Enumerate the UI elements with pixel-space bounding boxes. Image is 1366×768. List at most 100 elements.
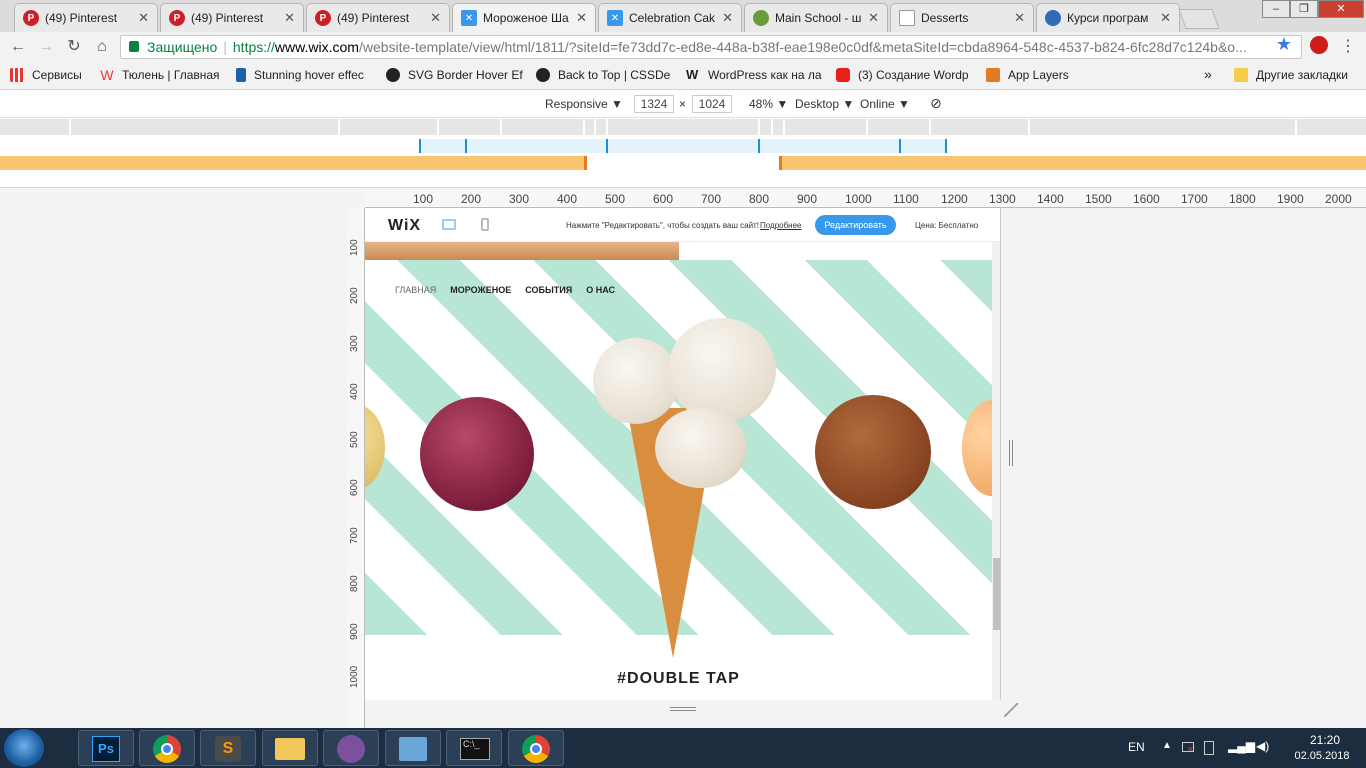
media-query-bar-max	[0, 119, 1366, 135]
ruler-label: 200	[461, 192, 482, 206]
tab-ice-cream[interactable]: ✕ Мороженое Ша ✕	[452, 3, 596, 32]
menu-icon[interactable]: ⋮	[1340, 36, 1356, 56]
vanilla-scoop-image	[365, 405, 385, 489]
nav-about[interactable]: О НАС	[586, 285, 615, 295]
ruler-horizontal: 100 200 300 400 500 600 700 800 900 1000…	[365, 190, 1366, 208]
close-icon[interactable]: ✕	[1160, 10, 1171, 26]
forward-icon[interactable]: →	[36, 37, 56, 57]
maximize-button[interactable]: ❐	[1290, 0, 1318, 18]
ruler-label: 300	[509, 192, 530, 206]
resize-handle-corner[interactable]	[1004, 703, 1018, 717]
bookmark-apps[interactable]: Сервисы	[10, 68, 82, 82]
volume-icon[interactable]: ◀)	[1256, 739, 1269, 753]
tab-celebration-cake[interactable]: ✕ Celebration Cak ✕	[598, 3, 742, 32]
divider	[758, 119, 760, 135]
bookmark-wordpress[interactable]: W WordPress как на ла	[686, 68, 822, 83]
resize-handle-right[interactable]	[1009, 440, 1013, 466]
minimize-button[interactable]: –	[1262, 0, 1290, 18]
cmd-icon[interactable]: C:\_	[446, 730, 502, 766]
network-icon[interactable]: ✕	[1182, 742, 1194, 754]
viber-icon[interactable]	[323, 730, 379, 766]
back-icon[interactable]: ←	[8, 37, 28, 57]
device-type-dropdown[interactable]: Desktop ▼	[795, 97, 854, 111]
min-segment-left[interactable]	[0, 156, 587, 170]
range-marker	[899, 139, 901, 153]
network-dropdown[interactable]: Online ▼	[860, 97, 910, 111]
resize-handle-bottom[interactable]	[670, 707, 696, 711]
range-segment[interactable]	[420, 139, 946, 153]
ruler-label: 1400	[1037, 192, 1064, 206]
bookmark-star-icon[interactable]: ★	[1276, 34, 1292, 55]
tab-main-school[interactable]: Main School - ш ✕	[744, 3, 888, 32]
bookmark-other[interactable]: Другие закладки	[1234, 68, 1348, 82]
pinterest-icon: P	[315, 10, 331, 26]
chrome-icon[interactable]	[508, 730, 564, 766]
close-icon[interactable]: ✕	[430, 10, 441, 26]
min-segment-right[interactable]	[779, 156, 1366, 170]
bookmark-svg-border[interactable]: SVG Border Hover Ef	[386, 68, 523, 82]
divider	[338, 119, 340, 135]
nav-ice-cream[interactable]: МОРОЖЕНОЕ	[450, 285, 511, 295]
range-marker	[584, 156, 587, 170]
close-icon[interactable]: ✕	[138, 10, 149, 26]
url-protocol: https://	[232, 39, 275, 55]
height-input[interactable]: 1024	[692, 95, 732, 113]
nav-home[interactable]: ГЛАВНАЯ	[395, 285, 436, 295]
new-tab-button[interactable]	[1178, 9, 1220, 29]
reload-icon[interactable]: ↻	[64, 37, 84, 57]
wix-logo[interactable]: WiX	[388, 217, 421, 235]
bookmark-app-layers[interactable]: App Layers	[986, 68, 1069, 82]
nav-events[interactable]: СОБЫТИЯ	[525, 285, 572, 295]
bookmark-stunning[interactable]: Stunning hover effec	[236, 68, 364, 82]
wix-icon: ✕	[461, 10, 477, 26]
show-hidden-icons[interactable]: ▲	[1162, 740, 1172, 751]
edit-button[interactable]: Редактировать	[815, 215, 896, 235]
mobile-view-icon[interactable]	[481, 218, 489, 231]
scrollbar-thumb[interactable]	[993, 558, 1000, 630]
bookmarks-overflow-button[interactable]: »	[1204, 66, 1212, 82]
ruler-label: 300	[349, 335, 360, 352]
control-panel-icon[interactable]	[385, 730, 441, 766]
windows-start-icon[interactable]	[4, 729, 44, 767]
address-bar[interactable]: Защищено | https://www.wix.com/website-tem…	[120, 35, 1302, 59]
chrome-icon[interactable]	[139, 730, 195, 766]
home-icon[interactable]: ⌂	[92, 37, 112, 57]
photoshop-icon[interactable]: Ps	[78, 730, 134, 766]
range-marker	[945, 139, 947, 153]
width-input[interactable]: 1324	[634, 95, 674, 113]
language-indicator[interactable]: EN	[1128, 740, 1145, 754]
sublime-icon[interactable]: S	[200, 730, 256, 766]
clock-date[interactable]: 02.05.2018	[1286, 750, 1358, 762]
opera-extension-icon[interactable]	[1310, 36, 1328, 54]
close-icon[interactable]: ✕	[576, 10, 587, 26]
tab-pinterest-1[interactable]: P (49) Pinterest ✕	[14, 3, 158, 32]
close-window-button[interactable]: ✕	[1318, 0, 1364, 18]
usb-icon[interactable]	[1204, 741, 1214, 755]
ruler-vertical: 100 200 300 400 500 600 700 800 900 1000	[347, 208, 365, 728]
signal-icon[interactable]: ▂▄▆	[1228, 739, 1255, 753]
close-icon[interactable]: ✕	[722, 10, 733, 26]
more-link[interactable]: Подробнее	[760, 221, 802, 230]
close-icon[interactable]: ✕	[1014, 10, 1025, 26]
tab-kursy[interactable]: Курси програм ✕	[1036, 3, 1180, 32]
tab-pinterest-3[interactable]: P (49) Pinterest ✕	[306, 3, 450, 32]
zoom-dropdown[interactable]: 48% ▼	[749, 97, 788, 111]
tab-desserts[interactable]: Desserts ✕	[890, 3, 1034, 32]
url-path: /website-template/view/html/1811/?siteId…	[358, 39, 1247, 55]
explorer-icon[interactable]	[262, 730, 318, 766]
responsive-dropdown[interactable]: Responsive ▼	[545, 97, 623, 111]
ruler-label: 600	[653, 192, 674, 206]
bookmark-back-to-top[interactable]: Back to Top | CSSDe	[536, 68, 670, 82]
close-icon[interactable]: ✕	[284, 10, 295, 26]
desktop-view-icon[interactable]	[442, 219, 456, 230]
bookmark-tyulen[interactable]: W Тюлень | Главная	[100, 68, 219, 82]
rotate-icon[interactable]: ⊘	[930, 95, 942, 112]
tab-pinterest-2[interactable]: P (49) Pinterest ✕	[160, 3, 304, 32]
dimension-separator: ×	[679, 97, 687, 111]
scrollbar-track[interactable]	[992, 242, 1000, 700]
close-icon[interactable]: ✕	[868, 10, 879, 26]
folder-icon	[1234, 68, 1248, 82]
clock-time[interactable]: 21:20	[1300, 733, 1350, 747]
youtube-icon	[836, 68, 850, 82]
bookmark-youtube[interactable]: (3) Создание Wordp	[836, 68, 969, 82]
